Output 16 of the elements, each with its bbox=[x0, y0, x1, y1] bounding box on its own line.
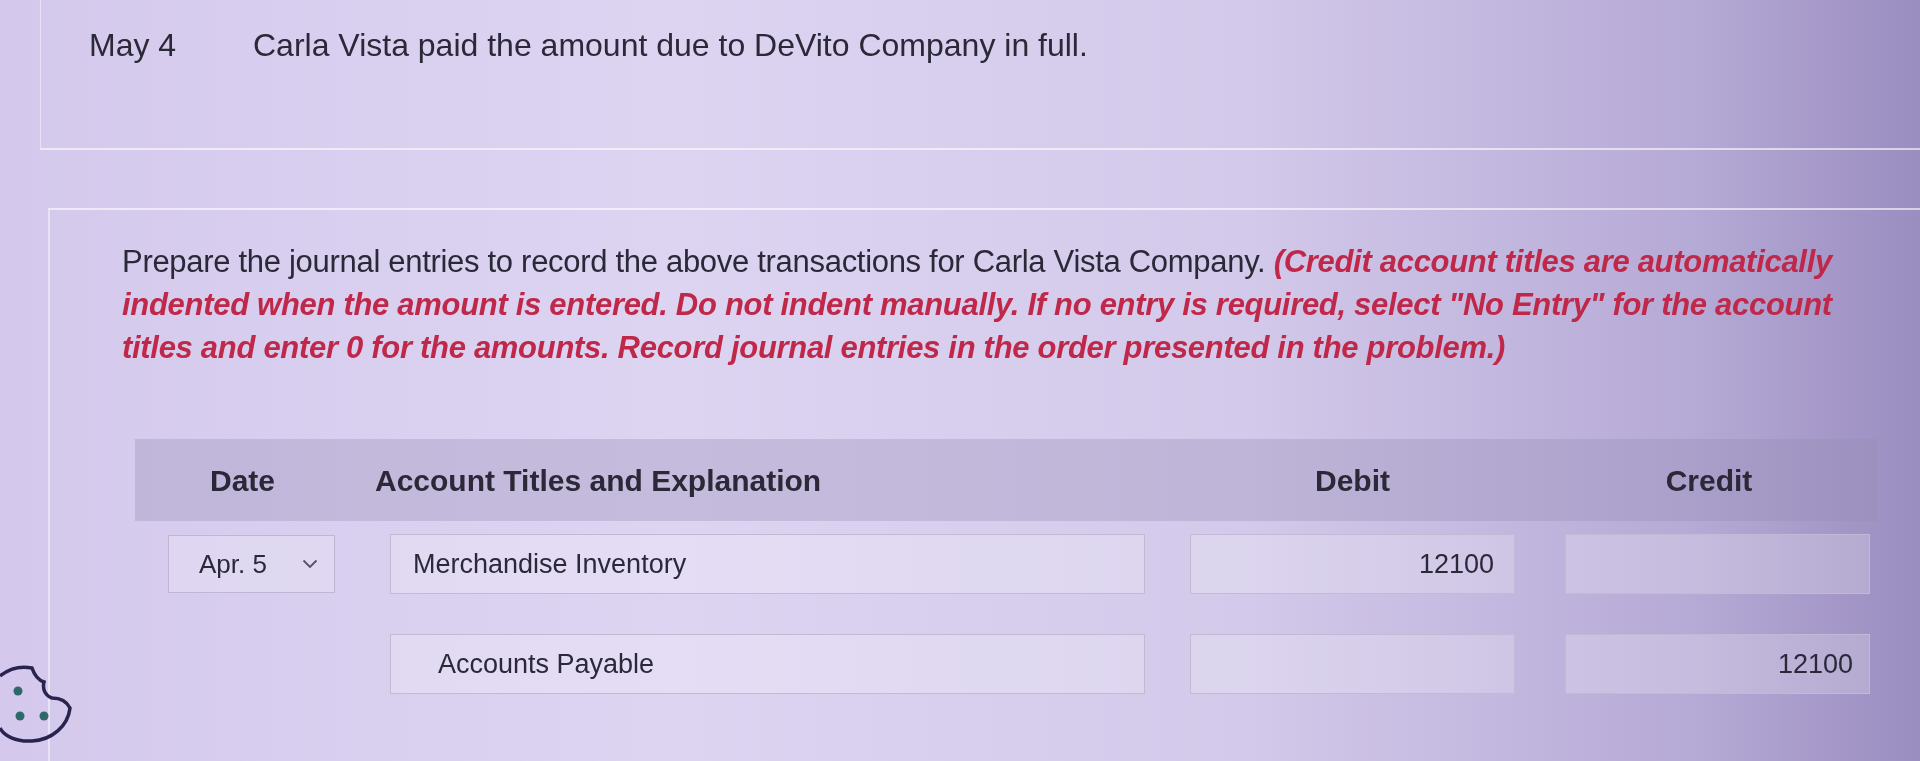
credit-field[interactable]: 12100 bbox=[1565, 634, 1870, 694]
account-field[interactable]: Merchandise Inventory bbox=[390, 534, 1145, 594]
date-dropdown[interactable]: Apr. 5 bbox=[168, 535, 335, 593]
credit-field[interactable] bbox=[1565, 534, 1870, 594]
transaction-description: Carla Vista paid the amount due to DeVito Company in full. bbox=[253, 26, 1088, 64]
column-header: Date bbox=[210, 463, 276, 497]
debit-field[interactable]: 12100 bbox=[1190, 534, 1515, 594]
debit-field[interactable] bbox=[1190, 634, 1515, 694]
instructions-text: Prepare the journal entries to record the above transactions for Carla Vista Company. (Credit account titles are automatically indented when the amount is entered. Do not indent manually. If no entry is required, select "No Entry" for the account titles and enter 0 for the amounts. Record journal entries in the order presented in the problem.) bbox=[122, 243, 1835, 367]
column-header: Debit bbox=[1315, 463, 1390, 497]
transaction-date: May 4 bbox=[89, 26, 178, 64]
account-field[interactable]: Accounts Payable bbox=[390, 634, 1145, 694]
cookie-icon[interactable] bbox=[0, 664, 72, 744]
column-header: Credit bbox=[1665, 463, 1753, 497]
chevron-down-icon bbox=[302, 559, 318, 569]
column-header: Account Titles and Explanation bbox=[375, 463, 822, 497]
